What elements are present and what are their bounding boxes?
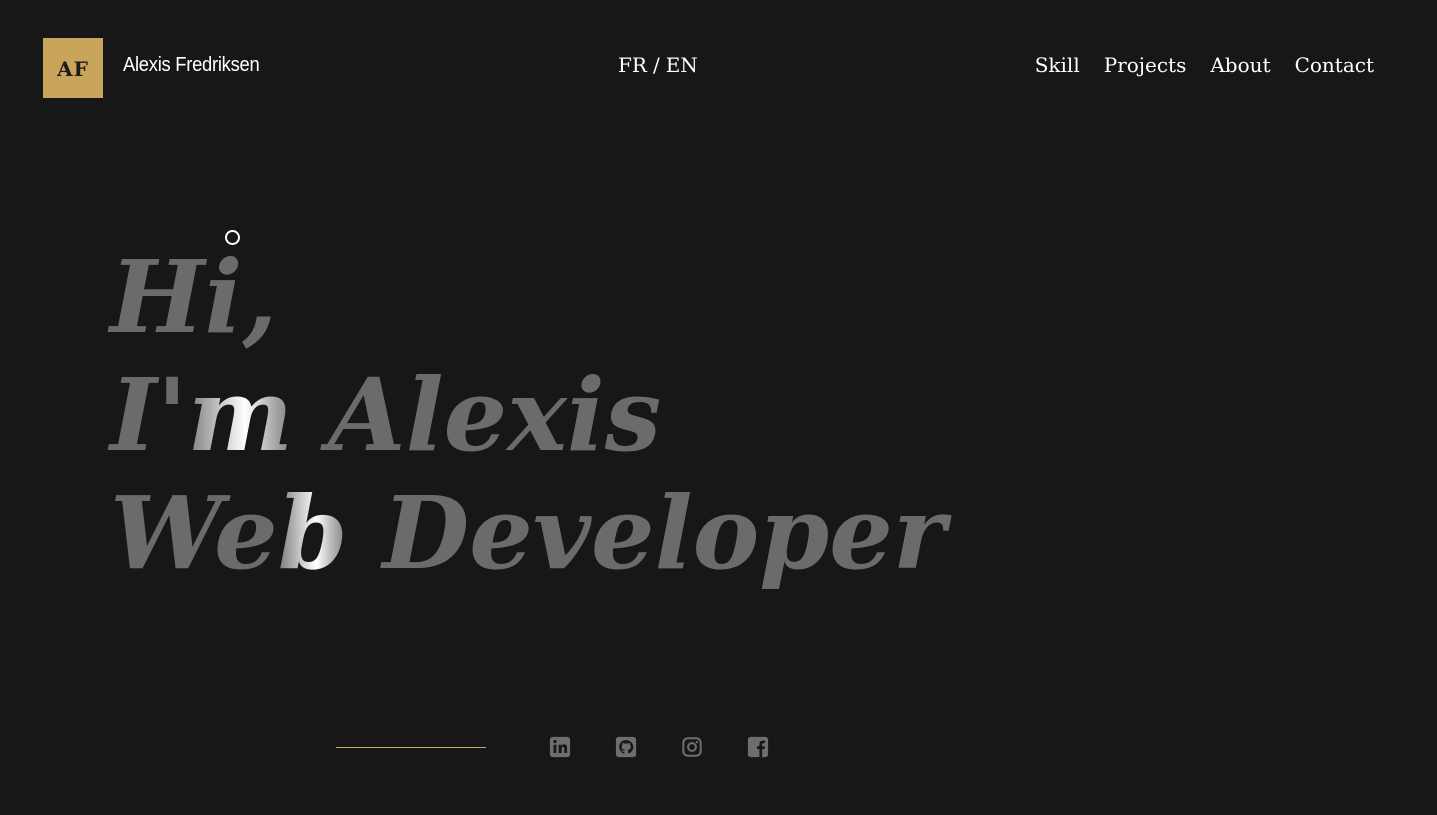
hero-highlight: b — [277, 474, 348, 592]
hero-line-3: Web Developer — [110, 474, 946, 592]
lang-separator: / — [652, 53, 660, 77]
github-icon[interactable] — [615, 736, 637, 758]
hero-line-2: I'm Alexis — [110, 356, 946, 474]
linkedin-icon[interactable] — [549, 736, 571, 758]
hero-text: Developer — [347, 474, 946, 592]
logo-text: AF — [57, 57, 89, 81]
brand-name[interactable]: Alexis Fredriksen — [123, 54, 260, 77]
hero-text: I' — [110, 356, 188, 474]
nav-contact[interactable]: Contact — [1295, 53, 1374, 77]
lang-en-link[interactable]: EN — [666, 53, 698, 77]
nav-about[interactable]: About — [1210, 53, 1270, 77]
hero-text: We — [110, 474, 278, 592]
social-links — [549, 736, 769, 758]
nav-projects[interactable]: Projects — [1104, 53, 1187, 77]
hero-heading: Hi, I'm Alexis Web Developer — [110, 238, 946, 592]
nav-skill[interactable]: Skill — [1035, 53, 1080, 77]
logo[interactable]: AF — [43, 38, 103, 98]
hero-text: Alexis — [293, 356, 662, 474]
main-nav: Skill Projects About Contact — [1035, 53, 1374, 77]
hero-highlight: m — [187, 356, 294, 474]
lang-fr-link[interactable]: FR — [618, 53, 647, 77]
language-switcher: FR / EN — [618, 53, 698, 77]
accent-divider — [336, 747, 486, 748]
facebook-icon[interactable] — [747, 736, 769, 758]
hero-line-1: Hi, — [110, 238, 278, 356]
instagram-icon[interactable] — [681, 736, 703, 758]
